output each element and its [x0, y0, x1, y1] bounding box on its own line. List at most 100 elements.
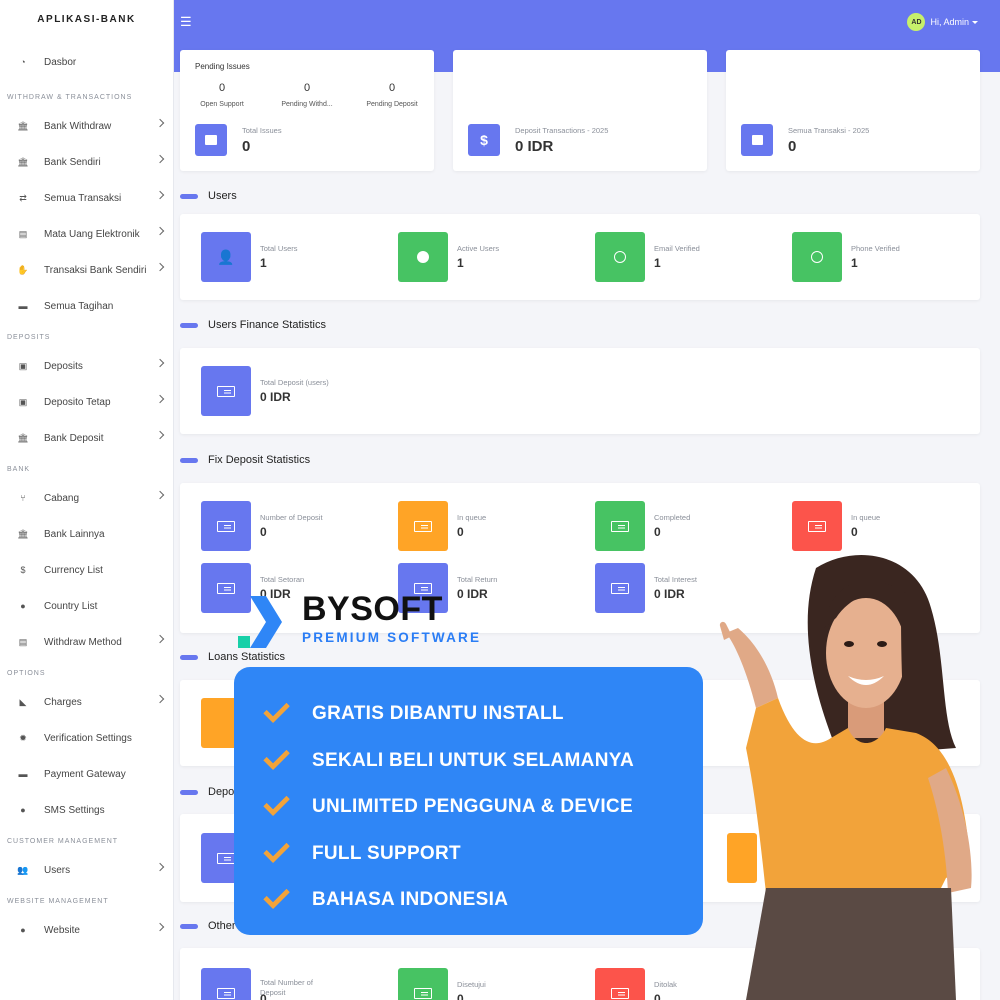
chevron-right-icon [155, 226, 165, 236]
check-icon [263, 882, 291, 910]
promo-item: UNLIMITED PENGGUNA & DEVICE [234, 784, 703, 831]
dot-circle-icon [417, 251, 429, 263]
section-depo-title: Depo [180, 786, 234, 798]
sidebar-item-sms[interactable]: ● SMS Settings [0, 792, 173, 828]
open-support-value: 0 [218, 82, 226, 94]
promo-box: GRATIS DIBANTU INSTALL SEKALI BELI UNTUK… [234, 667, 703, 935]
money-bill-icon [217, 582, 235, 594]
semua-transaksi-card: Semua Transaksi - 2025 0 [726, 50, 980, 171]
sidebar-item-currency-list[interactable]: $ Currency List [0, 552, 173, 588]
section-deposits: DEPOSITS [7, 334, 51, 341]
circle-icon [811, 251, 823, 263]
money-bill-icon [414, 520, 432, 532]
dollar-icon: $ [480, 132, 488, 148]
finance-card [180, 348, 980, 434]
section-customer: CUSTOMER MANAGEMENT [7, 838, 119, 845]
deposit-transactions-card: $ Deposit Transactions - 2025 0 IDR [453, 50, 707, 171]
chevron-right-icon [155, 862, 165, 872]
promo-item: BAHASA INDONESIA [234, 877, 703, 924]
money-bill-icon [217, 852, 235, 864]
coins-icon: ▤ [18, 228, 28, 239]
archive-icon [205, 135, 217, 145]
semua-tx-value: 0 [788, 138, 797, 155]
sidebar-item-deposito-tetap[interactable]: ▣ Deposito Tetap [0, 384, 173, 420]
comment-icon: ● [20, 805, 26, 815]
chevron-right-icon [155, 190, 165, 200]
sidebar-item-users[interactable]: 👥 Users [0, 852, 173, 888]
avatar: AD [907, 13, 926, 31]
money-bill-icon [414, 987, 432, 999]
chevron-right-icon [155, 694, 165, 704]
money-bill-icon [217, 385, 235, 397]
money-icon: ▣ [18, 396, 28, 407]
gear-icon: ✹ [19, 732, 27, 743]
brand-logo[interactable]: APLIKASI-BANK [0, 0, 173, 40]
sidebar-item-semua-tagihan[interactable]: ▬ Semua Tagihan [0, 288, 173, 324]
bank-icon: 🏛 [17, 528, 29, 539]
deposit-tx-label: Deposit Transactions - 2025 [515, 126, 609, 135]
user-menu[interactable]: AD Hi, Admin [907, 13, 978, 31]
pending-withdraw-label: Pending Withd... [281, 101, 333, 108]
wallet-icon: ▬ [18, 301, 28, 311]
pending-issues-title: Pending Issues [195, 62, 250, 71]
money-bill-icon [611, 582, 629, 594]
sidebar-item-bank-lainnya[interactable]: 🏛 Bank Lainnya [0, 516, 173, 552]
total-issues-label: Total Issues [242, 126, 282, 135]
chevron-right-icon [155, 922, 165, 932]
deposit-tx-icon-box: $ [468, 124, 500, 156]
money-bill-icon [217, 987, 235, 999]
bank-icon: 🏛 [17, 156, 29, 167]
section-fix-title: Fix Deposit Statistics [180, 454, 310, 466]
deposit-tx-value: 0 IDR [515, 138, 554, 155]
sidebar-item-mata-uang[interactable]: ▤ Mata Uang Elektronik [0, 216, 173, 252]
section-loans-title: Loans Statistics [180, 651, 285, 663]
sidebar-item-cabang[interactable]: ⑂ Cabang [0, 480, 173, 516]
section-users-title: Users [180, 190, 237, 202]
sidebar-item-transaksi-bank[interactable]: ✋ Transaksi Bank Sendiri [0, 252, 173, 288]
money-check-icon: ▤ [18, 636, 28, 647]
pending-deposit-label: Pending Deposit [366, 101, 418, 108]
sidebar-item-dasbor[interactable]: ◔ Dasbor [0, 40, 173, 84]
globe-icon: ● [20, 925, 26, 935]
pending-deposit-value: 0 [388, 82, 396, 94]
section-options: OPTIONS [7, 670, 46, 677]
sidebar-item-website[interactable]: ● Website [0, 912, 173, 948]
sidebar-item-bank-sendiri[interactable]: 🏛 Bank Sendiri [0, 144, 173, 180]
total-issues-value: 0 [242, 138, 251, 155]
sidebar-item-charges[interactable]: ◣ Charges [0, 684, 173, 720]
sidebar-item-verification[interactable]: ✹ Verification Settings [0, 720, 173, 756]
woman-pointing-illustration [719, 555, 972, 1000]
shopping-bag-icon [751, 135, 763, 145]
money-bill-icon [611, 520, 629, 532]
sidebar-item-payment-gateway[interactable]: ▬ Payment Gateway [0, 756, 173, 792]
money-bill-icon [808, 520, 826, 532]
users-icon: 👥 [17, 864, 29, 875]
sidebar-item-withdraw-method[interactable]: ▤ Withdraw Method [0, 624, 173, 660]
money-bill-icon [611, 987, 629, 999]
user-greeting: Hi, Admin [930, 17, 969, 27]
semua-tx-label: Semua Transaksi - 2025 [788, 126, 870, 135]
bank-icon: 🏛 [17, 432, 29, 443]
pending-withdraw-value: 0 [303, 82, 311, 94]
sidebar-item-bank-withdraw[interactable]: 🏛 Bank Withdraw [0, 108, 173, 144]
globe-icon: ● [20, 601, 26, 611]
section-bank: BANK [7, 466, 31, 473]
sidebar-item-bank-deposit[interactable]: 🏛 Bank Deposit [0, 420, 173, 456]
section-website: WEBSITE MANAGEMENT [7, 898, 109, 905]
sidebar-item-semua-transaksi[interactable]: ⇄ Semua Transaksi [0, 180, 173, 216]
check-icon [263, 789, 291, 817]
check-icon [263, 743, 291, 770]
chevron-right-icon [155, 358, 165, 368]
menu-toggle-icon[interactable]: ☰ [180, 14, 192, 30]
chevron-right-icon [155, 394, 165, 404]
user-icon: 👤 [217, 248, 235, 265]
chevron-right-icon [155, 490, 165, 500]
sidebar-item-deposits[interactable]: ▣ Deposits [0, 348, 173, 384]
money-bill-icon [217, 520, 235, 532]
dollar-icon: $ [20, 565, 26, 575]
total-issues-icon-box [195, 124, 227, 156]
pending-issues-card: Pending Issues 0 Open Support 0 Pending … [180, 50, 434, 171]
wallet-icon: ▬ [18, 769, 28, 779]
sidebar-item-country-list[interactable]: ● Country List [0, 588, 173, 624]
chevron-right-icon [155, 430, 165, 440]
